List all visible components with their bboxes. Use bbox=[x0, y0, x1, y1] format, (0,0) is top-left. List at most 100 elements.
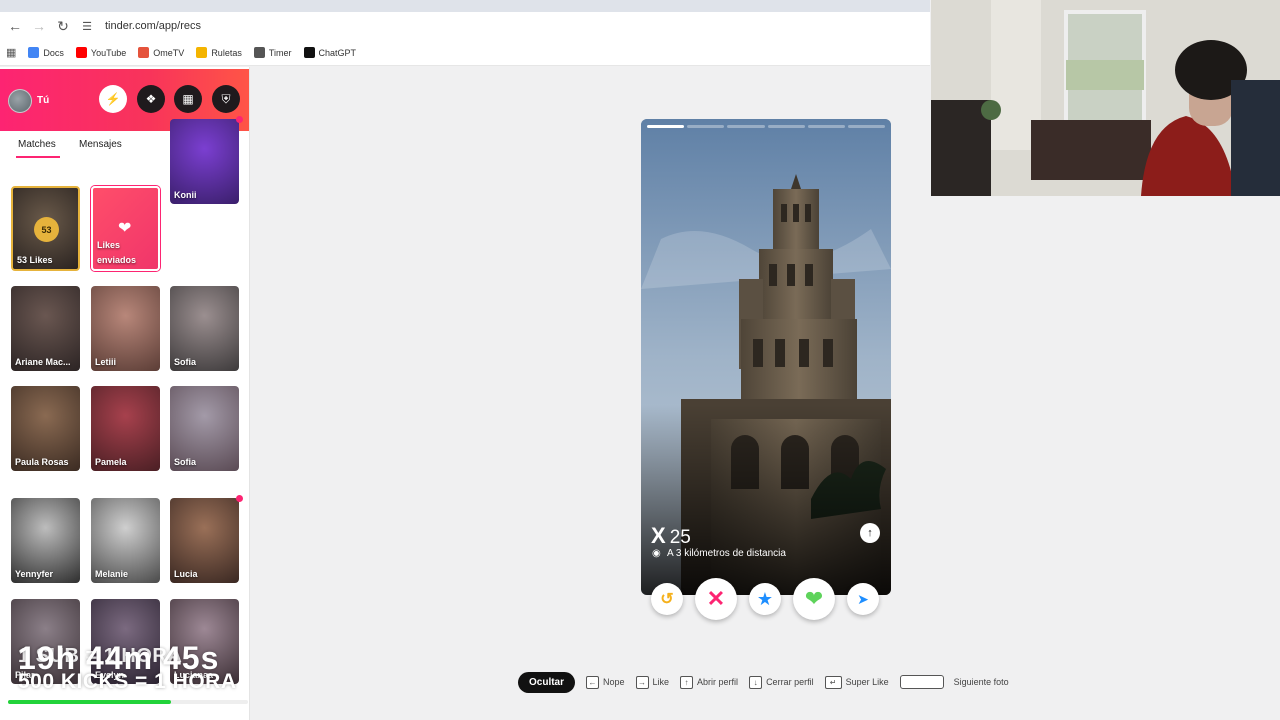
down-arrow-key-icon: ↓ bbox=[749, 675, 763, 689]
photo-indicator[interactable] bbox=[647, 125, 685, 128]
back-icon[interactable]: ← bbox=[3, 14, 27, 38]
match-name: Lucia bbox=[174, 569, 198, 579]
shortcut-super-like: ↵ Super Like bbox=[824, 675, 889, 689]
match-name: Konii bbox=[174, 190, 197, 200]
ruletas-icon bbox=[196, 47, 208, 58]
match-name: Paula Rosas bbox=[15, 457, 69, 467]
match-card[interactable]: Melanie bbox=[91, 498, 160, 583]
bookmark-timer[interactable]: Timer bbox=[253, 47, 292, 58]
shortcut-open-profile: ↑ Abrir perfil bbox=[680, 675, 739, 689]
match-card[interactable]: Paula Rosas bbox=[11, 386, 80, 471]
space-key-icon bbox=[899, 675, 944, 689]
hide-shortcuts-button[interactable]: Ocultar bbox=[518, 671, 576, 693]
bookmark-label: Ruletas bbox=[211, 47, 242, 58]
photo-indicator[interactable] bbox=[727, 125, 765, 128]
bookmark-label: Docs bbox=[43, 47, 64, 58]
active-tab-indicator bbox=[16, 156, 60, 158]
match-name: Sofia bbox=[174, 457, 197, 467]
ometv-icon bbox=[138, 47, 150, 58]
avatar[interactable] bbox=[8, 89, 32, 113]
match-name: Ariane Mac... bbox=[15, 357, 71, 367]
match-name: Pamela bbox=[95, 457, 127, 467]
photo-indicator[interactable] bbox=[687, 125, 725, 128]
profile-label[interactable]: Tú bbox=[37, 95, 49, 106]
match-name: Melanie bbox=[95, 569, 129, 579]
match-card[interactable]: Sofia bbox=[170, 286, 239, 371]
shield-icon[interactable]: ⛨ bbox=[212, 85, 240, 113]
explore-icon[interactable]: ❖ bbox=[137, 85, 165, 113]
forward-icon[interactable]: → bbox=[27, 14, 51, 38]
bookmarks-bar: ▦ Docs YouTube OmeTV Ruletas Timer ChatGPT bbox=[0, 40, 930, 66]
profile-name-text: X bbox=[651, 523, 666, 548]
docs-icon bbox=[28, 47, 40, 58]
match-card[interactable]: Ariane Mac... bbox=[11, 286, 80, 371]
youtube-icon bbox=[75, 47, 87, 58]
chatgpt-icon bbox=[303, 47, 315, 58]
shortcut-like: → Like bbox=[635, 675, 670, 689]
match-card[interactable]: Lucia bbox=[170, 498, 239, 583]
tab-matches[interactable]: Matches bbox=[18, 139, 56, 150]
super-like-button[interactable]: ★ bbox=[749, 583, 781, 615]
bookmark-chatgpt[interactable]: ChatGPT bbox=[303, 47, 357, 58]
shortcut-nope-label: Nope bbox=[603, 677, 625, 687]
tab-mensajes[interactable]: Mensajes bbox=[79, 139, 122, 150]
match-name: Sofia bbox=[174, 357, 197, 367]
match-card[interactable]: Sofia bbox=[170, 386, 239, 471]
like-button[interactable]: ❤ bbox=[793, 578, 835, 620]
profile-card[interactable]: X 25 ◉ A 3 kilómetros de distancia ↑ bbox=[641, 119, 891, 595]
url-text[interactable]: tinder.com/app/recs bbox=[105, 20, 201, 32]
shortcut-like-label: Like bbox=[652, 677, 670, 687]
reload-icon[interactable]: ↻ bbox=[51, 14, 75, 38]
shortcut-close-profile: ↓ Cerrar perfil bbox=[749, 675, 814, 689]
bookmark-youtube[interactable]: YouTube bbox=[75, 47, 127, 58]
bookmark-docs[interactable]: Docs bbox=[28, 47, 64, 58]
rewind-button[interactable]: ↺ bbox=[651, 583, 683, 615]
photo-indicator[interactable] bbox=[767, 125, 805, 128]
site-info-icon[interactable]: ☰ bbox=[75, 14, 99, 38]
webcam-feed bbox=[931, 0, 1280, 196]
address-bar: ← → ↻ ☰ tinder.com/app/recs bbox=[0, 12, 930, 40]
match-card[interactable]: Konii bbox=[170, 119, 239, 204]
likes-count-badge: 53 bbox=[34, 217, 59, 242]
right-arrow-key-icon: → bbox=[635, 675, 649, 689]
shortcut-next-photo-label: Siguiente foto bbox=[953, 677, 1009, 687]
photo-indicator[interactable] bbox=[847, 125, 886, 128]
bookmark-ometv[interactable]: OmeTV bbox=[138, 47, 184, 58]
bookmark-label: YouTube bbox=[90, 47, 127, 58]
likes-label: 53 Likes bbox=[17, 255, 53, 265]
likes-sent-label-2: enviados bbox=[97, 255, 137, 265]
likes-sent-card[interactable]: ❤ Likes enviados bbox=[91, 186, 160, 271]
bookmark-ruletas[interactable]: Ruletas bbox=[196, 47, 242, 58]
likes-sent-label-1: Likes bbox=[97, 240, 121, 250]
up-arrow-key-icon: ↑ bbox=[680, 675, 694, 689]
bookmark-label: ChatGPT bbox=[318, 47, 357, 58]
progress-fill bbox=[8, 700, 172, 704]
shortcut-open-profile-label: Abrir perfil bbox=[697, 677, 739, 687]
boost-icon[interactable]: ⚡ bbox=[99, 85, 127, 113]
overlay-timer: 19h 44m 45s bbox=[18, 640, 220, 676]
apps-grid-icon[interactable]: ▦ bbox=[6, 46, 16, 59]
photo-progress-bars bbox=[647, 125, 886, 128]
nope-button[interactable]: ✕ bbox=[695, 578, 737, 620]
heart-icon: ❤ bbox=[118, 220, 132, 237]
shop-icon[interactable]: ▦ bbox=[174, 85, 202, 113]
progress-track bbox=[8, 700, 248, 704]
shortcut-nope: ← Nope bbox=[586, 675, 625, 689]
likes-card[interactable]: 53 53 Likes bbox=[11, 186, 80, 271]
timer-icon bbox=[253, 47, 265, 58]
match-card[interactable]: Letiii bbox=[91, 286, 160, 371]
match-name: Yennyfer bbox=[15, 569, 54, 579]
left-arrow-key-icon: ← bbox=[586, 675, 600, 689]
new-match-dot bbox=[236, 495, 243, 502]
webcam-image bbox=[931, 0, 1280, 196]
profile-name[interactable]: X 25 bbox=[651, 523, 691, 549]
photo-indicator[interactable] bbox=[807, 125, 845, 128]
browser-tab-strip[interactable] bbox=[0, 0, 930, 12]
shortcut-super-like-label: Super Like bbox=[845, 677, 889, 687]
boost-send-button[interactable]: ➤ bbox=[847, 583, 879, 615]
match-card[interactable]: Yennyfer bbox=[11, 498, 80, 583]
shortcut-next-photo: Siguiente foto bbox=[899, 675, 1009, 689]
sidebar: Tú ⚡ ❖ ▦ ⛨ Matches Mensajes 53 53 Likes … bbox=[0, 67, 250, 720]
match-card[interactable]: Pamela bbox=[91, 386, 160, 471]
open-profile-icon[interactable]: ↑ bbox=[860, 523, 880, 543]
